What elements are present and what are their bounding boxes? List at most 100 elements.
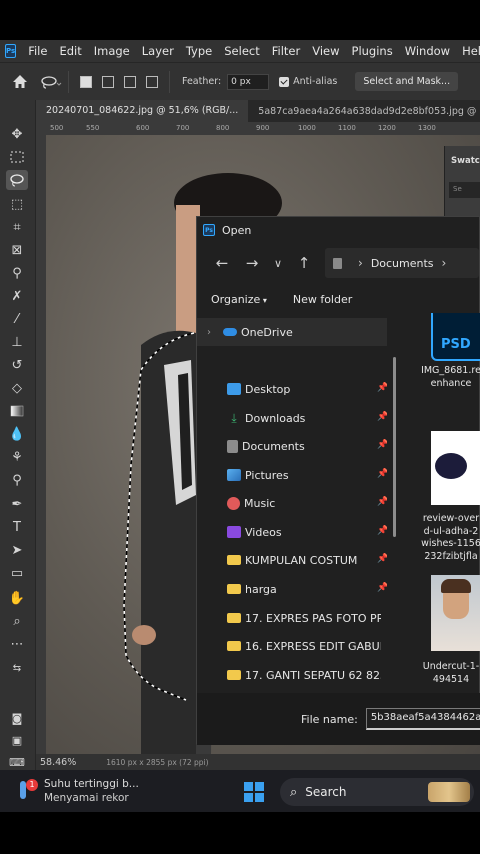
- dodge-tool-icon[interactable]: ⚘: [6, 447, 28, 467]
- menu-select[interactable]: Select: [218, 44, 265, 58]
- windows-start-icon[interactable]: [244, 782, 264, 802]
- nav-item-videos[interactable]: Videos 📌: [197, 518, 387, 546]
- chevron-right-icon[interactable]: ›: [442, 256, 447, 270]
- file-label[interactable]: review-over d-ul-adha-2 wishes-1156 232f…: [421, 513, 480, 563]
- tab-document-1[interactable]: 20240701_084622.jpg @ 51,6% (RGB/...: [36, 100, 249, 122]
- blur-tool-icon[interactable]: 💧: [6, 424, 28, 444]
- lasso-tool-preset-icon[interactable]: [40, 75, 62, 89]
- pin-icon: 📌: [377, 383, 387, 393]
- nav-item-kumpulan-costum[interactable]: KUMPULAN COSTUM 📌: [197, 546, 387, 574]
- ruler-tick: 550: [86, 124, 100, 132]
- nav-item-expres-pas-foto[interactable]: 17. EXPRES PAS FOTO PRIA 62: [197, 604, 387, 632]
- horizontal-ruler: 500 550 600 700 800 900 1000 1100 1200 1…: [46, 122, 480, 135]
- address-bar: ← → ∨ ↑ › Documents ›: [197, 243, 479, 283]
- menu-plugins[interactable]: Plugins: [346, 44, 399, 58]
- photoshop-app-icon: Ps: [203, 224, 215, 236]
- chevron-right-icon: ›: [358, 256, 363, 270]
- nav-item-downloads[interactable]: ⤓ Downloads 📌: [197, 404, 387, 432]
- healing-brush-tool-icon[interactable]: ✗: [6, 286, 28, 306]
- back-arrow-icon[interactable]: ←: [207, 254, 237, 272]
- ruler-tick: 600: [136, 124, 150, 132]
- menu-image[interactable]: Image: [88, 44, 136, 58]
- menu-window[interactable]: Window: [399, 44, 456, 58]
- type-tool-icon[interactable]: T: [6, 517, 28, 537]
- menu-file[interactable]: File: [22, 44, 53, 58]
- menu-filter[interactable]: Filter: [266, 44, 306, 58]
- up-arrow-icon[interactable]: ↑: [289, 254, 319, 272]
- gradient-tool-icon[interactable]: [6, 401, 28, 421]
- menu-type[interactable]: Type: [180, 44, 218, 58]
- expand-chevron-icon[interactable]: ›: [207, 327, 223, 338]
- swatches-search-input[interactable]: Se: [449, 182, 480, 198]
- tab-document-2[interactable]: 5a87ca9aea4a264a638dad9d2e8bf053.jpg @ 9…: [248, 106, 480, 117]
- menu-edit[interactable]: Edit: [53, 44, 87, 58]
- nav-item-documents[interactable]: Documents 📌: [197, 432, 387, 460]
- crop-tool-icon[interactable]: ⌗: [6, 217, 28, 237]
- rectangle-tool-icon[interactable]: ▭: [6, 563, 28, 583]
- more-tools-icon[interactable]: ⋯: [6, 634, 28, 654]
- cloud-icon: [223, 328, 237, 336]
- clone-stamp-tool-icon[interactable]: ⊥: [6, 332, 28, 352]
- nav-item-label: Music: [244, 496, 276, 510]
- forward-arrow-icon[interactable]: →: [237, 254, 267, 272]
- taskbar-search[interactable]: ⌕ Search: [280, 778, 474, 806]
- pin-icon: 📌: [377, 526, 387, 536]
- zoom-level[interactable]: 58.46%: [40, 757, 76, 768]
- feather-input[interactable]: 0 px: [227, 73, 270, 90]
- nav-item-ganti-sepatu[interactable]: 17. GANTI SEPATU 62 823-822: [197, 661, 387, 689]
- menu-layer[interactable]: Layer: [136, 44, 180, 58]
- nav-item-harga[interactable]: harga 📌: [197, 575, 387, 603]
- add-to-selection-icon[interactable]: [102, 75, 114, 88]
- recent-locations-chevron-icon[interactable]: ∨: [267, 257, 289, 270]
- lasso-tool-icon[interactable]: [6, 170, 28, 190]
- select-and-mask-button[interactable]: Select and Mask...: [355, 72, 459, 91]
- breadcrumb-documents[interactable]: Documents: [371, 257, 434, 270]
- path-breadcrumb[interactable]: › Documents ›: [325, 248, 479, 278]
- swap-colors-icon[interactable]: ⇆: [6, 658, 28, 678]
- nav-item-pictures[interactable]: Pictures 📌: [197, 461, 387, 489]
- menu-help[interactable]: Help: [456, 44, 480, 58]
- file-label[interactable]: Undercut-1- 494514: [421, 661, 480, 686]
- nav-item-express-edit-gabung[interactable]: 16. EXPRESS EDIT GABUNG+C: [197, 632, 387, 660]
- weather-widget[interactable]: 1 Suhu tertinggi b... Menyamai rekor: [16, 777, 246, 805]
- weather-text: Suhu tertinggi b... Menyamai rekor: [44, 777, 139, 805]
- organize-button[interactable]: Organize: [211, 293, 267, 306]
- folder-icon: [227, 613, 241, 623]
- image-file-thumbnail[interactable]: [431, 575, 480, 651]
- frame-tool-icon[interactable]: ⊠: [6, 240, 28, 260]
- subtract-selection-icon[interactable]: [124, 75, 136, 88]
- screen-mode-icon[interactable]: ▣: [6, 730, 28, 750]
- home-icon[interactable]: [0, 74, 40, 89]
- path-selection-tool-icon[interactable]: ➤: [6, 540, 28, 560]
- portrait-hair: [441, 579, 471, 593]
- zoom-search-tool-icon[interactable]: ⚲: [6, 470, 28, 490]
- nav-item-onedrive[interactable]: › OneDrive: [197, 318, 387, 346]
- nav-item-desktop[interactable]: Desktop 📌: [197, 375, 387, 403]
- edit-toolbar-icon[interactable]: ⌨: [6, 752, 28, 772]
- file-label[interactable]: IMG_8681.re enhance: [421, 365, 480, 390]
- object-selection-tool-icon[interactable]: ⬚: [6, 194, 28, 214]
- nav-pane-scrollbar[interactable]: [393, 357, 396, 537]
- move-tool-icon[interactable]: ✥: [6, 124, 28, 144]
- psd-file-thumbnail[interactable]: PSD: [431, 313, 480, 361]
- filename-row: File name: 5b38aeaf5a4384462a2c02: [197, 693, 480, 745]
- menu-view[interactable]: View: [306, 44, 345, 58]
- vertical-ruler: [36, 122, 46, 754]
- marquee-tool-icon[interactable]: [6, 147, 28, 167]
- quick-mask-icon[interactable]: ◙: [6, 708, 28, 728]
- ruler-tick: 1200: [378, 124, 396, 132]
- hand-tool-icon[interactable]: ✋: [6, 588, 28, 608]
- intersect-selection-icon[interactable]: [146, 75, 158, 88]
- nav-item-music[interactable]: Music 📌: [197, 489, 387, 517]
- new-folder-button[interactable]: New folder: [293, 293, 352, 306]
- filename-input[interactable]: 5b38aeaf5a4384462a2c02: [365, 708, 480, 730]
- pen-tool-icon[interactable]: ✒: [6, 494, 28, 514]
- eyedropper-tool-icon[interactable]: ⚲: [6, 263, 28, 283]
- history-brush-tool-icon[interactable]: ↺: [6, 355, 28, 375]
- image-file-thumbnail[interactable]: [431, 431, 480, 505]
- antialias-checkbox[interactable]: [279, 76, 290, 87]
- brush-tool-icon[interactable]: ⁄: [6, 309, 28, 329]
- eraser-tool-icon[interactable]: ◇: [6, 378, 28, 398]
- zoom-tool-icon[interactable]: ⌕: [6, 611, 28, 631]
- new-selection-icon[interactable]: [80, 75, 92, 88]
